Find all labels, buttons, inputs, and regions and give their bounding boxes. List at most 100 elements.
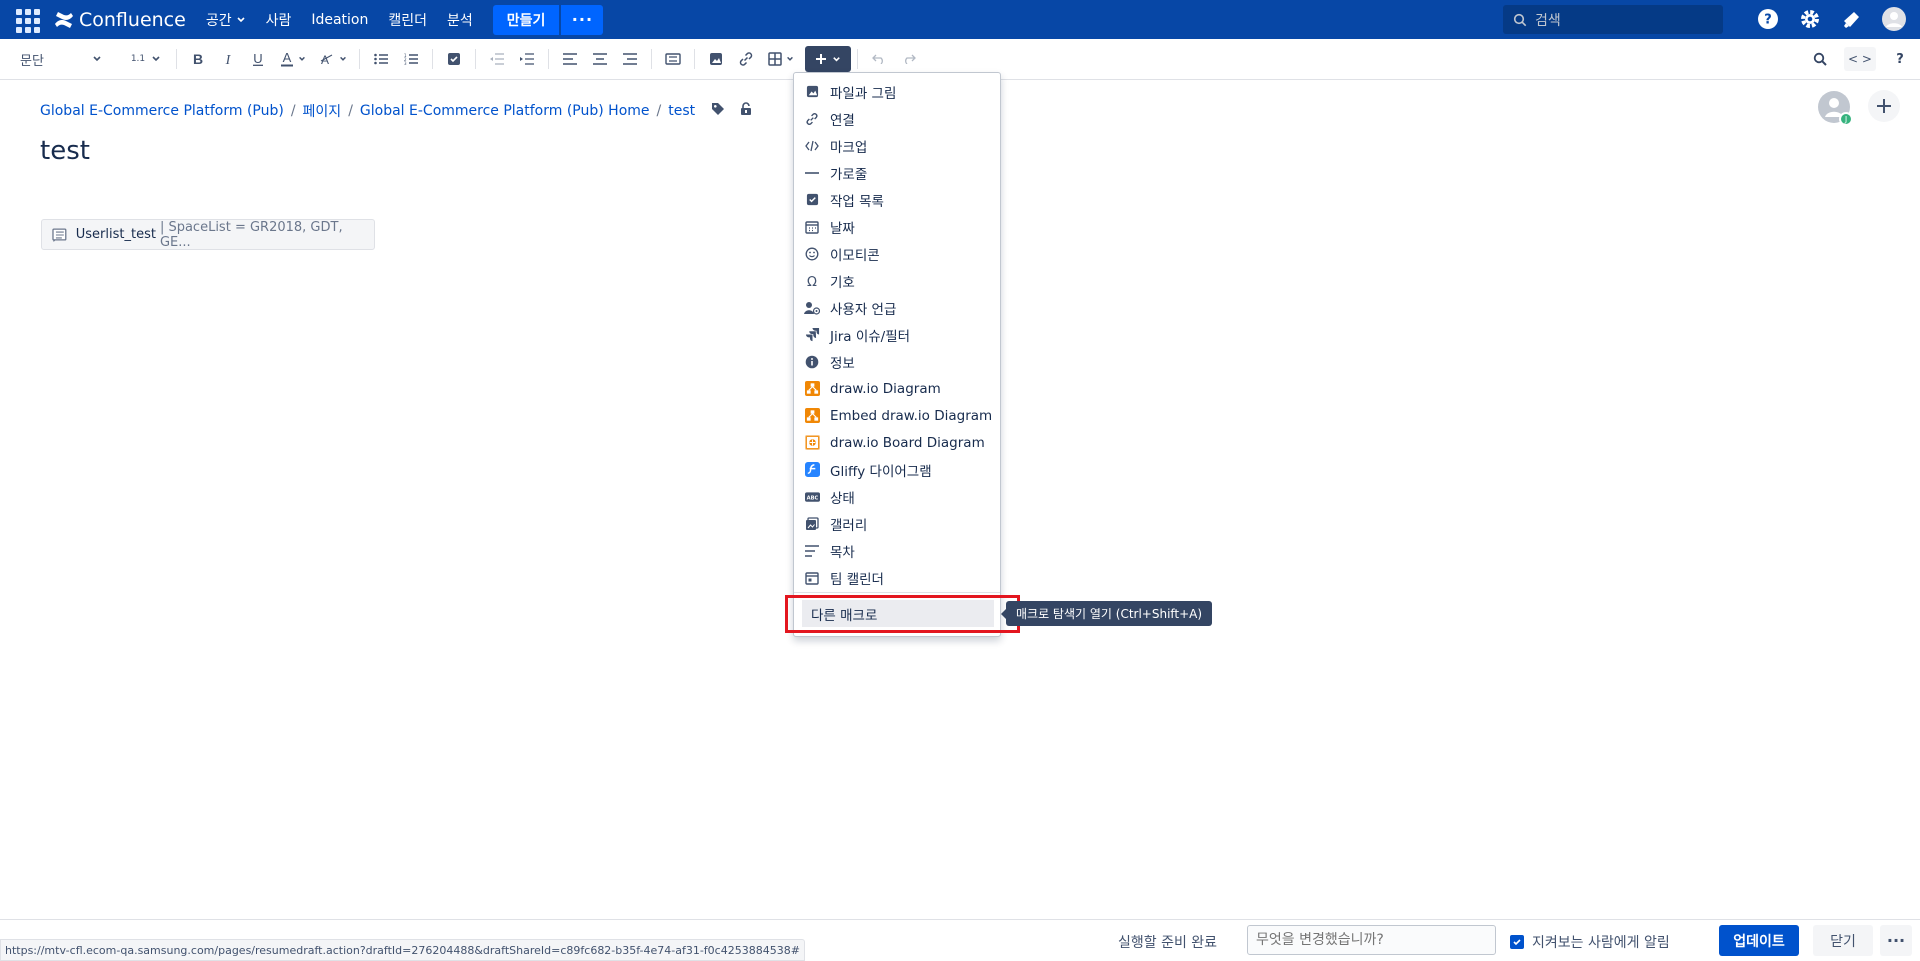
insert-menu-item-label: 팀 캘린더 xyxy=(830,571,884,588)
line-spacing-label: 1.1 xyxy=(130,54,146,64)
page-title[interactable]: test xyxy=(40,136,90,166)
change-comment-input[interactable] xyxy=(1247,925,1496,955)
breadcrumb: Global E-Commerce Platform (Pub) / 페이지 /… xyxy=(40,101,753,121)
image-icon xyxy=(803,83,821,101)
underline-icon[interactable]: U xyxy=(243,45,273,73)
align-left-icon[interactable] xyxy=(555,45,585,73)
insert-table-dropdown[interactable] xyxy=(761,45,801,73)
drawio-embed-icon xyxy=(803,407,821,425)
svg-text:A: A xyxy=(283,51,292,65)
toolbar-divider xyxy=(857,49,858,69)
redo-icon[interactable] xyxy=(894,45,924,73)
source-editor-button[interactable]: < > xyxy=(1844,47,1876,71)
macro-icon xyxy=(52,227,67,242)
nav-ideation-label: Ideation xyxy=(311,11,369,28)
insert-menu-item-info[interactable]: 정보 xyxy=(794,348,1000,375)
collaborator-avatar[interactable]: J xyxy=(1818,91,1853,126)
label-tag-icon[interactable] xyxy=(711,102,725,120)
invite-collaborator-button[interactable] xyxy=(1868,90,1900,122)
text-format-icon: A xyxy=(320,53,333,66)
breadcrumb-item-space[interactable]: Global E-Commerce Platform (Pub) xyxy=(40,103,284,119)
close-button[interactable]: 닫기 xyxy=(1813,925,1873,956)
save-status-text: 실행할 준비 완료 xyxy=(1118,935,1218,951)
userlist-macro-placeholder[interactable]: Userlist_test | SpaceList = GR2018, GDT,… xyxy=(41,219,375,250)
toolbar-divider xyxy=(432,49,433,69)
undo-icon[interactable] xyxy=(864,45,894,73)
nav-spaces[interactable]: 공간 xyxy=(206,10,246,30)
insert-menu-item-label: 상태 xyxy=(830,490,855,507)
bullet-list-icon[interactable] xyxy=(366,45,396,73)
align-right-icon[interactable] xyxy=(615,45,645,73)
notifications-megaphone-icon[interactable] xyxy=(1840,7,1864,31)
update-button[interactable]: 업데이트 xyxy=(1719,925,1799,956)
calendar-icon xyxy=(803,218,821,236)
breadcrumb-item-pages[interactable]: 페이지 xyxy=(303,101,342,121)
line-spacing-dropdown[interactable]: 1.1 xyxy=(122,45,170,73)
notify-watchers[interactable]: 지켜보는 사람에게 알림 xyxy=(1510,932,1670,952)
page-layout-icon[interactable] xyxy=(658,45,688,73)
confluence-logo-icon xyxy=(55,11,73,28)
insert-more-button[interactable] xyxy=(805,46,851,72)
insert-menu-item-drawio-embed[interactable]: Embed draw.io Diagram xyxy=(794,402,1000,429)
insert-menu-item-horizontal-rule[interactable]: 가로줄 xyxy=(794,159,1000,186)
insert-menu-item-label: 정보 xyxy=(830,355,855,372)
insert-menu-item-image[interactable]: 파일과 그림 xyxy=(794,78,1000,105)
text-color-icon: A xyxy=(281,51,293,67)
create-button[interactable]: 만들기 xyxy=(492,4,560,35)
text-format-more-dropdown[interactable]: A xyxy=(313,45,353,73)
insert-link-icon[interactable] xyxy=(731,45,761,73)
insert-menu-item-user-mention[interactable]: 사용자 언급 xyxy=(794,294,1000,321)
help-icon[interactable]: ? xyxy=(1756,7,1780,31)
gliffy-icon xyxy=(803,461,821,479)
outdent-icon[interactable] xyxy=(482,45,512,73)
align-center-icon[interactable] xyxy=(585,45,615,73)
chevron-down-icon xyxy=(299,56,305,61)
breadcrumb-item-current[interactable]: test xyxy=(668,103,695,119)
nav-analytics[interactable]: 분석 xyxy=(447,10,473,30)
other-macros-item[interactable]: 다른 매크로 xyxy=(802,600,994,627)
keyboard-help-button[interactable]: ? xyxy=(1890,45,1910,73)
insert-menu-item-drawio[interactable]: draw.io Diagram xyxy=(794,375,1000,402)
confluence-logo[interactable]: Confluence xyxy=(54,9,186,31)
insert-menu-item-drawio-board[interactable]: draw.io Board Diagram xyxy=(794,429,1000,456)
insert-menu-item-emoticon[interactable]: 이모티콘 xyxy=(794,240,1000,267)
insert-menu-item-omega[interactable]: Ω 기호 xyxy=(794,267,1000,294)
insert-menu-item-task-list[interactable]: 작업 목록 xyxy=(794,186,1000,213)
app-switcher-icon[interactable] xyxy=(14,7,40,33)
search-input[interactable]: 검색 xyxy=(1503,5,1723,34)
restrictions-unlock-icon[interactable] xyxy=(739,102,753,120)
nav-analytics-label: 분석 xyxy=(447,12,473,29)
footer-more-button[interactable]: ··· xyxy=(1880,925,1912,956)
insert-menu-item-link[interactable]: 연결 xyxy=(794,105,1000,132)
bold-icon[interactable]: B xyxy=(183,45,213,73)
emoticon-icon xyxy=(803,245,821,263)
plus-icon xyxy=(1877,99,1891,113)
italic-icon[interactable]: I xyxy=(213,45,243,73)
insert-menu-item-code[interactable]: 마크업 xyxy=(794,132,1000,159)
create-more-button[interactable]: ··· xyxy=(561,4,604,35)
numbered-list-icon[interactable]: 123 xyxy=(396,45,426,73)
insert-menu-item-status[interactable]: ABC 상태 xyxy=(794,483,1000,510)
insert-menu-item-gallery[interactable]: 갤러리 xyxy=(794,510,1000,537)
insert-menu-item-gliffy[interactable]: Gliffy 다이어그램 xyxy=(794,456,1000,483)
nav-calendar[interactable]: 캘린더 xyxy=(388,10,427,30)
insert-menu-item-team-calendar[interactable]: 팀 캘린더 xyxy=(794,564,1000,591)
nav-ideation[interactable]: Ideation xyxy=(311,12,368,28)
toolbar-divider xyxy=(176,49,177,69)
insert-image-icon[interactable] xyxy=(701,45,731,73)
insert-menu-item-toc[interactable]: 목차 xyxy=(794,537,1000,564)
breadcrumb-item-home[interactable]: Global E-Commerce Platform (Pub) Home xyxy=(360,103,650,119)
toolbar-divider xyxy=(651,49,652,69)
find-replace-icon[interactable] xyxy=(1810,45,1830,73)
notify-watchers-checkbox[interactable] xyxy=(1510,935,1524,949)
indent-icon[interactable] xyxy=(512,45,542,73)
nav-people[interactable]: 사람 xyxy=(266,10,292,30)
text-color-dropdown[interactable]: A xyxy=(273,45,313,73)
task-list-icon[interactable] xyxy=(439,45,469,73)
insert-menu-item-calendar[interactable]: 날짜 xyxy=(794,213,1000,240)
settings-gear-icon[interactable] xyxy=(1798,7,1822,31)
user-avatar-icon[interactable] xyxy=(1882,7,1906,31)
paragraph-style-dropdown[interactable]: 문단 xyxy=(0,45,110,73)
insert-menu-item-jira[interactable]: Jira 이슈/필터 xyxy=(794,321,1000,348)
user-mention-icon xyxy=(803,299,821,317)
